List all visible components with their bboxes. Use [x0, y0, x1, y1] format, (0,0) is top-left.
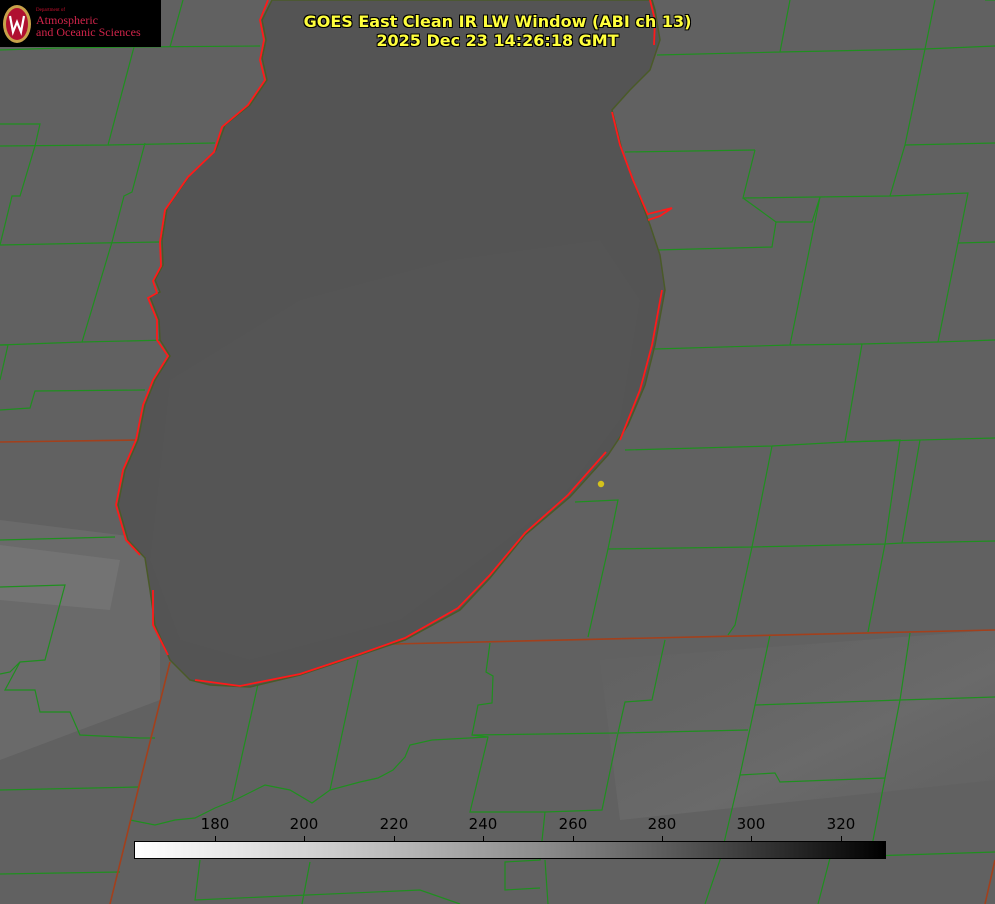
image-title: GOES East Clean IR LW Window (ABI ch 13)…	[250, 12, 745, 50]
satellite-map	[0, 0, 995, 904]
station-marker	[597, 480, 605, 488]
logo-line-2: and Oceanic Sciences	[36, 25, 141, 40]
colorbar-tick-label: 260	[558, 815, 588, 833]
colorbar-tick-label: 300	[736, 815, 766, 833]
map-viewport: Department of Atmospheric and Oceanic Sc…	[0, 0, 995, 904]
title-timestamp: 2025 Dec 23 14:26:18 GMT	[376, 31, 619, 50]
colorbar-tick-label: 240	[468, 815, 498, 833]
colorbar-tick-label: 220	[379, 815, 409, 833]
colorbar-tick-label: 180	[200, 815, 230, 833]
colorbar	[134, 841, 886, 859]
colorbar-tick-label: 200	[289, 815, 319, 833]
colorbar-tick-label: 320	[826, 815, 856, 833]
uw-aos-logo: Department of Atmospheric and Oceanic Sc…	[0, 0, 161, 47]
colorbar-tick-label: 280	[647, 815, 677, 833]
title-product: GOES East Clean IR LW Window (ABI ch 13)	[303, 12, 692, 31]
uw-crest-icon	[3, 4, 31, 43]
